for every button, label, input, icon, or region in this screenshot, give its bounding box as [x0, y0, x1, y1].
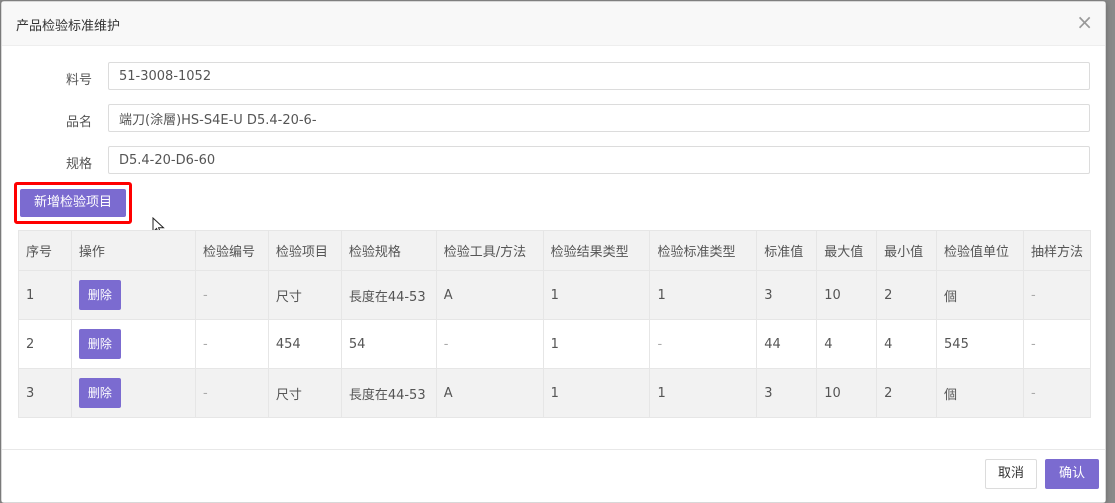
cell-sampling: -: [1022, 319, 1092, 369]
cell-item: 454: [267, 319, 342, 369]
table-header-row: 序号 操作 检验编号 检验项目 检验规格 检验工具/方法 检验结果类型 检验标准…: [18, 230, 1092, 271]
col-spec: 检验规格: [340, 230, 437, 271]
col-sampling: 抽样方法: [1022, 230, 1092, 271]
cancel-button[interactable]: 取消: [985, 459, 1037, 489]
form-row-spec: 规格: [2, 146, 1105, 176]
cell-seq: 2: [18, 319, 72, 369]
cell-result-type: 1: [542, 368, 651, 418]
cell-code: -: [194, 368, 269, 418]
col-seq: 序号: [18, 230, 72, 271]
cell-std: 44: [756, 319, 818, 369]
delete-button[interactable]: 删除: [78, 329, 121, 359]
col-std-type: 检验标准类型: [649, 230, 758, 271]
cell-code: -: [194, 270, 269, 320]
cell-std: 3: [756, 270, 818, 320]
form-row-part-no: 料号: [2, 62, 1105, 92]
name-label: 品名: [65, 115, 92, 130]
col-min: 最小值: [876, 230, 938, 271]
cell-max: 10: [816, 368, 878, 418]
cell-min: 4: [876, 319, 938, 369]
cell-spec: 長度在44-53: [340, 368, 437, 418]
table-row: 3 删除 - 尺寸 長度在44-53 A 1 1 3 10 2 個 -: [18, 368, 1092, 418]
form-row-name: 品名: [2, 104, 1105, 134]
cell-code: -: [194, 319, 269, 369]
cell-std-type: 1: [649, 368, 758, 418]
table-row: 2 删除 - 454 54 - 1 - 44 4 4 545 -: [18, 319, 1092, 369]
dialog-header: 产品检验标准维护 ×: [2, 2, 1105, 46]
cell-result-type: 1: [542, 270, 651, 320]
cell-unit: 545: [936, 319, 1024, 369]
cell-spec: 長度在44-53: [340, 270, 437, 320]
col-action: 操作: [70, 230, 196, 271]
cell-sampling: -: [1022, 270, 1092, 320]
cell-tool: -: [435, 319, 544, 369]
dialog-footer: 取消 确认: [2, 449, 1105, 502]
cell-seq: 1: [18, 270, 72, 320]
col-max: 最大值: [816, 230, 878, 271]
cell-result-type: 1: [542, 319, 651, 369]
table-row: 1 删除 - 尺寸 長度在44-53 A 1 1 3 10 2 個 -: [18, 270, 1092, 320]
cell-tool: A: [435, 368, 544, 418]
inspection-standard-dialog: 产品检验标准维护 × 料号 品名 规格 新增检验项目 序号 操作 检验编号 检验…: [1, 1, 1106, 503]
cell-action: 删除: [70, 270, 196, 320]
cell-min: 2: [876, 270, 938, 320]
cell-max: 10: [816, 270, 878, 320]
cell-action: 删除: [70, 368, 196, 418]
col-tool: 检验工具/方法: [435, 230, 544, 271]
cell-action: 删除: [70, 319, 196, 369]
cell-seq: 3: [18, 368, 72, 418]
spec-input[interactable]: [108, 146, 1090, 174]
dialog-title: 产品检验标准维护: [16, 19, 121, 34]
cell-std-type: -: [649, 319, 758, 369]
inspection-items-table: 序号 操作 检验编号 检验项目 检验规格 检验工具/方法 检验结果类型 检验标准…: [18, 230, 1092, 418]
cell-sampling: -: [1022, 368, 1092, 418]
cell-min: 2: [876, 368, 938, 418]
col-std: 标准值: [756, 230, 818, 271]
cell-item: 尺寸: [267, 368, 342, 418]
add-inspection-item-button[interactable]: 新增检验项目: [20, 189, 126, 217]
col-result-type: 检验结果类型: [542, 230, 651, 271]
col-item: 检验项目: [267, 230, 342, 271]
spec-label: 规格: [65, 157, 92, 172]
part-no-input[interactable]: [108, 62, 1090, 90]
cell-max: 4: [816, 319, 878, 369]
delete-button[interactable]: 删除: [78, 378, 121, 408]
cell-unit: 個: [936, 270, 1024, 320]
part-no-label: 料号: [65, 73, 92, 88]
cell-std: 3: [756, 368, 818, 418]
cell-std-type: 1: [649, 270, 758, 320]
confirm-button[interactable]: 确认: [1045, 459, 1099, 489]
add-button-highlight: 新增检验项目: [14, 182, 132, 224]
col-unit: 检验值单位: [936, 230, 1024, 271]
close-icon[interactable]: ×: [1076, 10, 1093, 34]
name-input[interactable]: [108, 104, 1090, 132]
cell-tool: A: [435, 270, 544, 320]
delete-button[interactable]: 删除: [78, 280, 121, 310]
col-code: 检验编号: [194, 230, 269, 271]
cell-unit: 個: [936, 368, 1024, 418]
cell-spec: 54: [340, 319, 437, 369]
cell-item: 尺寸: [267, 270, 342, 320]
